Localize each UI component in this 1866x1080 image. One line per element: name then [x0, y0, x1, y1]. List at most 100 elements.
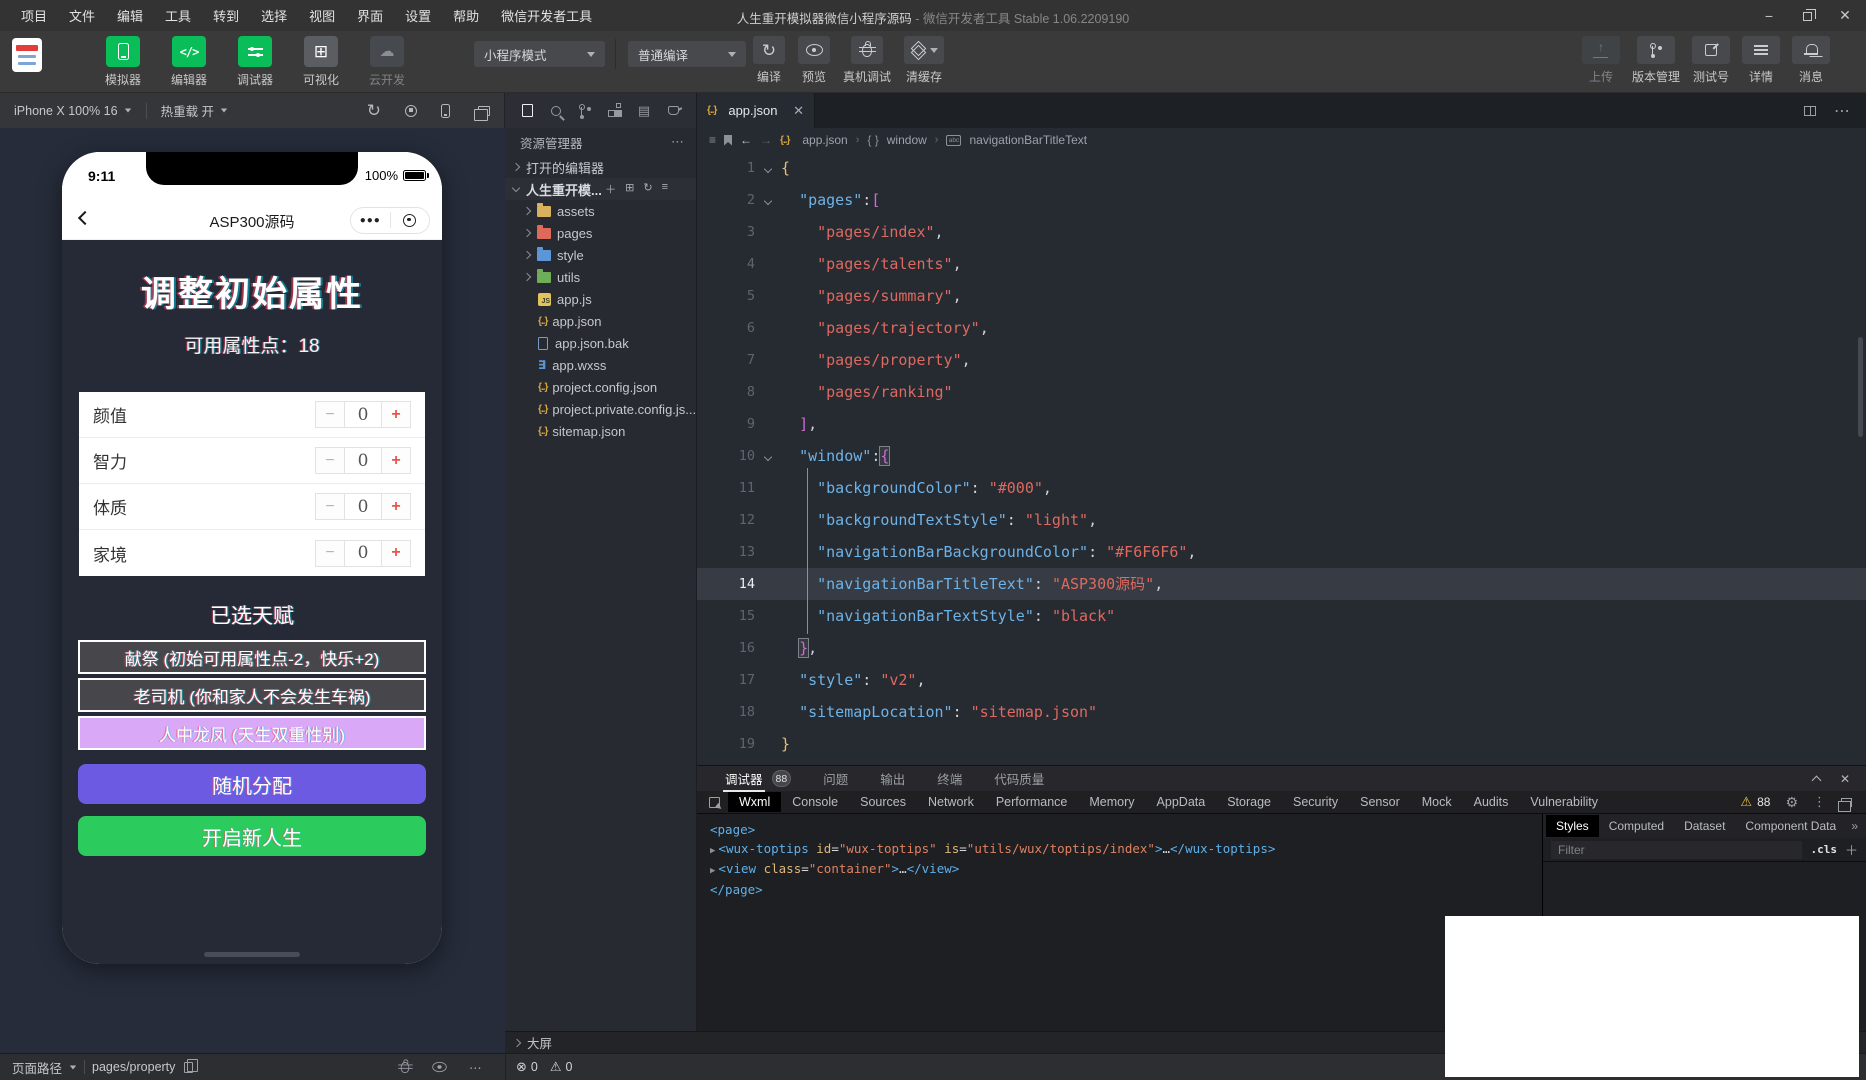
vertical-dots-icon[interactable]: ⋮ — [1813, 794, 1826, 810]
page-path-value[interactable]: pages/property — [92, 1060, 175, 1074]
editor-scrollbar[interactable] — [1858, 337, 1863, 437]
debugger-tab-终端[interactable]: 终端 — [937, 766, 962, 791]
talent-item[interactable]: 人中龙凤 (天生双重性别) — [78, 716, 426, 750]
tree-folder-utils[interactable]: utils — [505, 266, 696, 288]
device-select[interactable]: iPhone X 100% 16 — [14, 104, 132, 118]
collapse-panel-icon[interactable] — [1811, 775, 1821, 785]
plus-button[interactable]: + — [382, 493, 411, 520]
close-tab-icon[interactable]: ✕ — [793, 103, 804, 119]
plus-button[interactable]: + — [382, 447, 411, 474]
more-actions-icon[interactable]: ⋯ — [671, 134, 684, 150]
add-style-icon[interactable]: ＋ — [1845, 840, 1858, 859]
fold-gutter[interactable] — [755, 159, 781, 177]
bookmark-icon[interactable] — [724, 135, 732, 146]
toolbar-button-模拟器[interactable]: 模拟器 — [100, 36, 146, 88]
minimize-icon[interactable]: − — [1762, 8, 1776, 24]
split-editor-icon[interactable] — [1804, 106, 1816, 116]
project-section[interactable]: 人生重开模... ＋ ⊞ ↻ ≡ — [505, 178, 696, 200]
stop-icon[interactable] — [405, 105, 417, 117]
wxml-node[interactable]: <page> — [710, 821, 1542, 840]
devtools-tab-Wxml[interactable]: Wxml — [728, 792, 781, 812]
action-编译[interactable]: ↻编译 — [753, 36, 785, 85]
expand-arrow-icon[interactable]: ▶ — [710, 846, 715, 856]
mode-select[interactable]: 小程序模式 — [474, 41, 605, 67]
more-actions-icon[interactable]: ⋯ — [469, 1060, 482, 1075]
debugger-tab-问题[interactable]: 问题 — [823, 766, 848, 791]
fold-gutter[interactable] — [755, 447, 781, 465]
nav-forward-icon[interactable]: → — [760, 133, 772, 147]
eye-icon[interactable] — [432, 1062, 446, 1072]
devtools-tab-Storage[interactable]: Storage — [1216, 792, 1282, 812]
overflow-tabs-icon[interactable]: » — [1851, 819, 1866, 833]
devtools-tab-Performance[interactable]: Performance — [985, 792, 1079, 812]
page-path-label[interactable]: 页面路径 — [12, 1058, 62, 1077]
devtools-tab-Mock[interactable]: Mock — [1411, 792, 1463, 812]
styles-tab-Dataset[interactable]: Dataset — [1674, 815, 1735, 837]
outline-icon[interactable]: ≡ — [709, 133, 716, 147]
expand-arrow-icon[interactable]: ▶ — [710, 866, 715, 876]
tab-app-json[interactable]: {..} app.json ✕ — [697, 93, 815, 128]
styles-tab-Computed[interactable]: Computed — [1599, 815, 1674, 837]
toolbar-button-版本管理[interactable]: 版本管理 — [1632, 36, 1680, 85]
extensions-icon[interactable] — [608, 104, 621, 117]
warning-count-group[interactable]: ⚠ 0 — [550, 1059, 573, 1075]
code-editor[interactable]: 1{2 "pages":[3 "pages/index",4 "pages/ta… — [697, 152, 1866, 765]
wxml-node[interactable]: ▶<wux-toptips id="wux-toptips" is="utils… — [710, 840, 1542, 861]
devtools-tab-Vulnerability[interactable]: Vulnerability — [1519, 792, 1609, 812]
plus-button[interactable]: + — [382, 540, 411, 567]
action-清缓存[interactable]: 清缓存 — [904, 36, 944, 85]
menu-item-10[interactable]: 帮助 — [442, 9, 490, 24]
close-miniprogram-icon[interactable] — [391, 214, 430, 227]
hot-reload-toggle[interactable]: 热重载 开 — [161, 101, 228, 120]
nav-back-icon[interactable]: ← — [740, 133, 752, 147]
menu-item-5[interactable]: 转到 — [202, 9, 250, 24]
toolbar-button-上传[interactable]: 上传 — [1582, 36, 1620, 85]
talent-item[interactable]: 献祭 (初始可用属性点-2，快乐+2) — [78, 640, 426, 674]
wxml-node[interactable]: </page> — [710, 881, 1542, 900]
teapot-icon[interactable] — [668, 106, 679, 115]
debugger-tab-调试器[interactable]: 调试器88 — [723, 766, 791, 791]
wxml-node[interactable]: ▶<view class="container">…</view> — [710, 860, 1542, 881]
devtools-tab-AppData[interactable]: AppData — [1146, 792, 1217, 812]
more-actions-icon[interactable]: ⋯ — [1834, 101, 1850, 121]
refresh-icon[interactable]: ↻ — [643, 181, 652, 197]
toolbar-button-编辑器[interactable]: </>编辑器 — [166, 36, 212, 88]
debugger-tab-代码质量[interactable]: 代码质量 — [994, 766, 1044, 791]
compile-select[interactable]: 普通编译 — [628, 41, 746, 67]
random-assign-button[interactable]: 随机分配 — [78, 764, 426, 804]
minus-button[interactable]: − — [315, 493, 344, 520]
breadcrumb-file[interactable]: app.json — [802, 133, 847, 147]
devtools-tab-Sources[interactable]: Sources — [849, 792, 917, 812]
talent-item[interactable]: 老司机 (你和家人不会发生车祸) — [78, 678, 426, 712]
collapse-all-icon[interactable]: ≡ — [662, 181, 668, 197]
tree-folder-style[interactable]: style — [505, 244, 696, 266]
action-预览[interactable]: 预览 — [798, 36, 830, 85]
debugger-tab-输出[interactable]: 输出 — [880, 766, 905, 791]
devtools-tab-Audits[interactable]: Audits — [1463, 792, 1520, 812]
tree-file-app.json[interactable]: {..}app.json — [505, 310, 696, 332]
devtools-tab-Network[interactable]: Network — [917, 792, 985, 812]
minus-button[interactable]: − — [315, 540, 344, 567]
undock-icon[interactable] — [1841, 798, 1852, 807]
devtools-tab-Memory[interactable]: Memory — [1078, 792, 1145, 812]
breadcrumb-object[interactable]: window — [887, 133, 927, 147]
wxml-tree[interactable]: <page>▶<wux-toptips id="wux-toptips" is=… — [697, 814, 1542, 1032]
devtools-tab-Security[interactable]: Security — [1282, 792, 1349, 812]
copy-icon[interactable] — [184, 1062, 193, 1073]
minus-button[interactable]: − — [315, 401, 344, 428]
menu-item-6[interactable]: 选择 — [250, 9, 298, 24]
menu-item-4[interactable]: 工具 — [154, 9, 202, 24]
toolbar-button-测试号[interactable]: 测试号 — [1692, 36, 1730, 85]
more-menu-icon[interactable]: ●●● — [351, 215, 390, 226]
devtools-tab-Console[interactable]: Console — [781, 792, 849, 812]
tree-file-app.wxss[interactable]: ∃app.wxss — [505, 354, 696, 376]
menu-item-8[interactable]: 界面 — [346, 9, 394, 24]
open-editors-section[interactable]: 打开的编辑器 — [505, 156, 696, 178]
warning-count-badge[interactable]: ⚠ 88 — [1740, 794, 1770, 810]
fold-gutter[interactable] — [755, 191, 781, 209]
breadcrumb-property[interactable]: navigationBarTitleText — [969, 133, 1087, 147]
menu-item-1[interactable]: 项目 — [10, 9, 58, 24]
bottom-section-label[interactable]: 大屏 — [527, 1033, 552, 1052]
action-真机调试[interactable]: 真机调试 — [843, 36, 891, 85]
files-icon[interactable] — [522, 104, 533, 117]
